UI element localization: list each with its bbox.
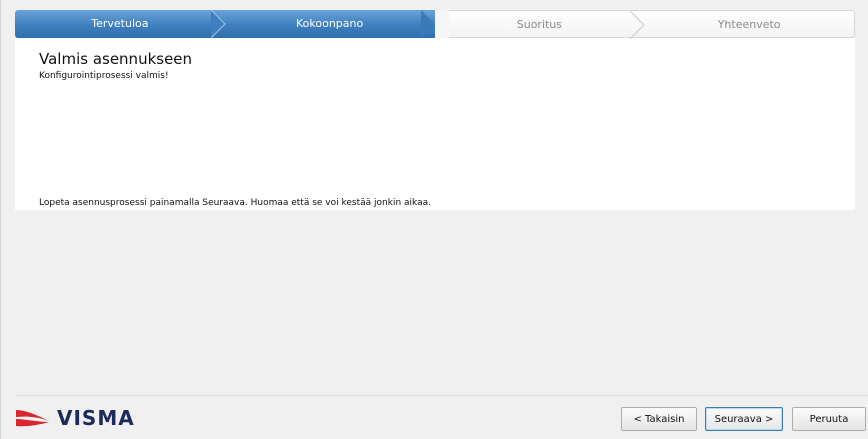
step-label: Suoritus xyxy=(516,18,563,31)
step-label: Kokoonpano xyxy=(296,17,364,30)
step-execution: Suoritus xyxy=(434,10,645,39)
page-subtitle: Konfigurointiprosessi valmis! xyxy=(39,71,169,81)
visma-logo: VISMA xyxy=(15,404,135,432)
page-title: Valmis asennukseen xyxy=(39,50,193,68)
step-breadcrumb: Tervetuloa Kokoonpano Suoritus Yhteenvet… xyxy=(15,10,855,39)
step-configuration: Kokoonpano xyxy=(224,10,449,38)
back-button[interactable]: < Takaisin xyxy=(621,407,697,431)
cancel-button[interactable]: Peruuta xyxy=(792,407,866,431)
content-panel: Valmis asennukseen Konfigurointiprosessi… xyxy=(15,38,855,210)
logo-text: VISMA xyxy=(57,406,135,430)
step-label: Yhteenveto xyxy=(717,18,781,31)
installer-window: Tervetuloa Kokoonpano Suoritus Yhteenvet… xyxy=(0,0,868,439)
footer-divider xyxy=(15,395,868,396)
chevron-right-icon xyxy=(210,10,226,38)
visma-logo-icon xyxy=(16,410,49,427)
step-label: Tervetuloa xyxy=(91,17,149,30)
chevron-right-icon xyxy=(630,11,645,39)
next-button[interactable]: Seuraava > xyxy=(705,407,783,431)
chevron-right-icon xyxy=(420,10,449,38)
step-summary: Yhteenveto xyxy=(644,10,855,38)
step-welcome: Tervetuloa xyxy=(15,10,226,38)
instruction-text: Lopeta asennusprosessi painamalla Seuraa… xyxy=(39,198,431,208)
